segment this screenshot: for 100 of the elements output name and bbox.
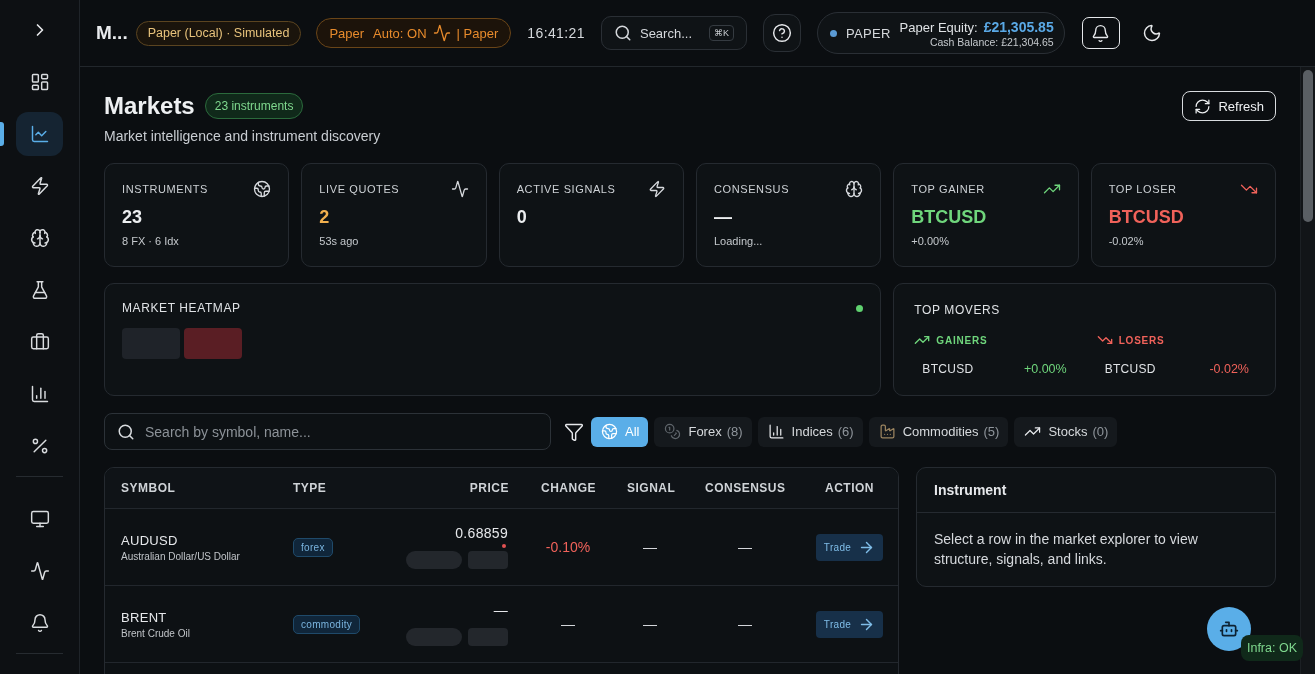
column-header: TYPE xyxy=(292,481,328,495)
filter-chip[interactable]: Stocks (0) xyxy=(1014,416,1118,447)
moon-icon xyxy=(1141,23,1162,43)
chip-label: Indices xyxy=(791,424,833,439)
consensus-text: — xyxy=(738,539,752,555)
monitor-icon xyxy=(29,509,50,530)
scrollbar-thumb[interactable] xyxy=(1303,70,1313,222)
symbol-text: AUDUSD xyxy=(121,532,179,549)
infra-status-badge: Infra: OK xyxy=(1240,635,1303,661)
mover-symbol: BTCUSD xyxy=(922,362,974,376)
globe-icon xyxy=(253,180,272,198)
chip-label: All xyxy=(625,424,640,439)
stat-value: BTCUSD xyxy=(911,206,988,228)
filter-chip[interactable]: Forex (8) xyxy=(654,416,752,447)
lightning-icon xyxy=(29,176,50,197)
help-button[interactable] xyxy=(762,14,801,52)
dashboard-icon xyxy=(29,72,50,93)
type-tag: forex xyxy=(293,537,333,557)
filter-chip[interactable]: Indices (6) xyxy=(757,416,863,447)
search-icon xyxy=(117,423,135,441)
instrument-count-badge: 23 instruments xyxy=(204,93,304,119)
stat-label: INSTRUMENTS xyxy=(122,182,209,196)
chip-count: (5) xyxy=(983,424,1000,439)
keyboard-shortcut: ⌘K xyxy=(708,25,734,41)
symbol-search-field[interactable]: Search by symbol, name... xyxy=(104,413,551,450)
section-title: TOP MOVERS xyxy=(914,303,1000,317)
refresh-button[interactable]: Refresh xyxy=(1182,91,1276,121)
pulse-icon xyxy=(29,561,50,582)
brain-icon xyxy=(845,180,864,198)
chip-count: (0) xyxy=(1092,424,1109,439)
column-header: SIGNAL xyxy=(626,481,677,495)
chip-label: Stocks xyxy=(1048,424,1088,439)
column-header: PRICE xyxy=(468,481,510,495)
mover-change: +0.00% xyxy=(1023,362,1067,376)
instrument-name: Australian Dollar/US Dollar xyxy=(121,551,241,562)
stat-value: BTCUSD xyxy=(1108,206,1185,228)
price-text: — xyxy=(493,602,508,618)
mode-suffix: | Paper xyxy=(456,25,499,41)
coins-icon xyxy=(664,423,682,440)
brain-icon xyxy=(29,228,50,249)
scrollbar-track[interactable] xyxy=(1300,67,1315,674)
trade-button[interactable]: Trade xyxy=(815,610,884,638)
equity-label: Paper Equity: xyxy=(899,19,978,35)
help-icon xyxy=(771,23,792,43)
pulse-icon xyxy=(450,180,469,198)
price-text: 0.68859 xyxy=(455,525,508,541)
clock: 16:41:21 xyxy=(527,25,585,41)
nav-button[interactable] xyxy=(16,112,63,157)
stat-label: TOP GAINER xyxy=(911,182,985,196)
factory-icon xyxy=(878,423,896,440)
chip-label: Commodities xyxy=(902,424,979,439)
globe-icon xyxy=(601,423,618,440)
page-subtitle: Market intelligence and instrument discovery xyxy=(104,127,381,145)
stat-label: CONSENSUS xyxy=(714,182,790,196)
column-header: SYMBOL xyxy=(120,481,177,495)
stat-value: — xyxy=(714,206,733,228)
stat-subtext: +0.00% xyxy=(911,234,950,248)
instrument-name: Brent Crude Oil xyxy=(121,628,191,639)
filter-chip[interactable]: Commodities (5) xyxy=(868,416,1009,447)
stat-label: TOP LOSER xyxy=(1108,182,1177,196)
robot-icon xyxy=(1219,619,1239,639)
type-tag: commodity xyxy=(293,614,361,634)
symbol-text: BRENT xyxy=(121,609,168,626)
notifications-button[interactable] xyxy=(1081,17,1120,49)
section-title: MARKET HEATMAP xyxy=(122,300,241,316)
mover-change: -0.02% xyxy=(1209,362,1249,376)
column-header: CONSENSUS xyxy=(704,481,787,495)
stat-subtext: -0.02% xyxy=(1108,234,1145,248)
auto-status: Auto: ON xyxy=(373,25,427,41)
stat-subtext: 53s ago xyxy=(319,234,360,248)
movers-column-label: LOSERS xyxy=(1118,334,1165,346)
heatmap-tile[interactable] xyxy=(184,328,242,359)
cash-balance: Cash Balance: £21,304.65 xyxy=(929,35,1054,48)
stat-value: 23 xyxy=(122,206,144,228)
page-title: Markets xyxy=(104,91,195,121)
movers-column-label: GAINERS xyxy=(936,334,988,346)
bar-chart-icon xyxy=(767,423,785,440)
change-text: — xyxy=(561,616,575,632)
chip-count: (8) xyxy=(726,424,743,439)
pulse-icon xyxy=(432,24,451,42)
chip-count: (6) xyxy=(837,424,854,439)
change-text: -0.10% xyxy=(545,539,591,555)
stat-label: LIVE QUOTES xyxy=(319,182,400,196)
search-button[interactable]: Search... ⌘K xyxy=(600,16,747,50)
stat-label: ACTIVE SIGNALS xyxy=(516,182,616,196)
chip-label: Forex xyxy=(688,424,722,439)
trade-button[interactable]: Trade xyxy=(815,533,884,561)
status-dot-icon xyxy=(829,29,837,37)
consensus-text: — xyxy=(738,616,752,632)
mode-label: Paper xyxy=(329,25,365,41)
panel-message: Select a row in the market explorer to view structure, signals, and links. xyxy=(933,530,1199,569)
mover-symbol: BTCUSD xyxy=(1104,362,1156,376)
stat-subtext: 8 FX · 6 Idx xyxy=(122,234,180,248)
signal-text: — xyxy=(643,539,657,555)
filter-icon xyxy=(564,421,584,442)
refresh-icon xyxy=(1194,97,1212,115)
app-title: M... xyxy=(96,22,128,44)
bell-icon xyxy=(1091,23,1111,43)
bar-chart-icon xyxy=(29,384,50,405)
lightning-icon xyxy=(648,180,666,198)
